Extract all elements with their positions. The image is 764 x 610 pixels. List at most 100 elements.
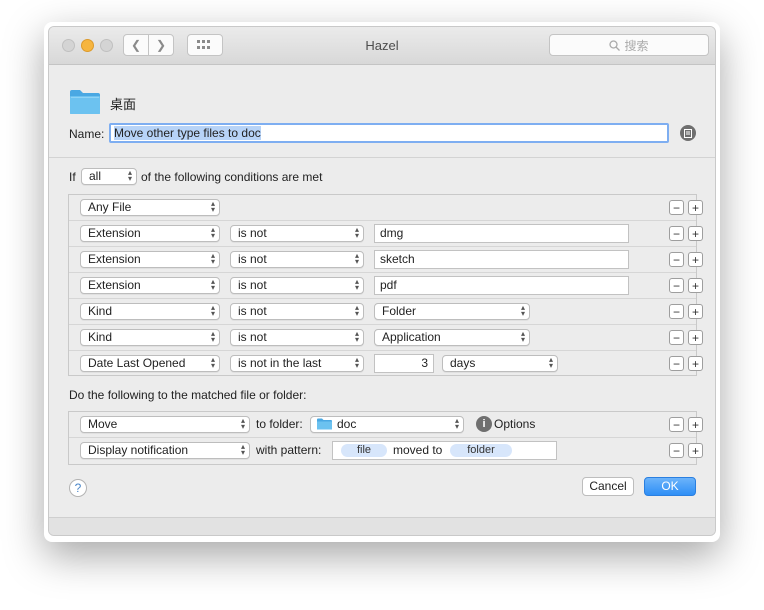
popup-arrows-icon: ▴ ▾ [127, 168, 132, 183]
pattern-field[interactable]: file moved to folder [332, 441, 557, 460]
remove-condition-button[interactable]: − [669, 330, 684, 345]
remove-action-button[interactable]: − [669, 417, 684, 432]
remove-action-button[interactable]: − [669, 443, 684, 458]
condition-row: Extension ▴ ▾ is not ▴ ▾ pdf − + [69, 273, 703, 299]
condition-attribute-value: Kind [88, 304, 113, 318]
popup-arrows-icon: ▴ ▾ [354, 303, 359, 318]
window-footer [49, 517, 715, 535]
conditions-list: Any File ▴ ▾ − + Extension ▴ ▾ is not ▴ ▾ d… [68, 194, 703, 376]
condition-amount-field[interactable]: 3 [374, 354, 434, 373]
condition-row: Kind ▴ ▾ is not ▴ ▾ Application ▴ ▾ − + [69, 325, 703, 351]
add-condition-button[interactable]: + [688, 330, 703, 345]
folder-icon [70, 90, 100, 114]
info-icon[interactable]: i [476, 416, 492, 432]
popup-arrows-icon: ▴ ▾ [354, 355, 359, 370]
condition-operator-popup[interactable]: is not ▴ ▾ [230, 251, 364, 268]
condition-value-popup[interactable]: Folder ▴ ▾ [374, 303, 530, 320]
condition-attribute-popup[interactable]: Any File ▴ ▾ [80, 199, 220, 216]
condition-value-field[interactable]: pdf [374, 276, 629, 295]
pattern-token-folder[interactable]: folder [450, 444, 512, 457]
action-connector: with pattern: [256, 443, 322, 457]
popup-arrows-icon: ▴ ▾ [240, 442, 245, 457]
condition-row: Any File ▴ ▾ − + [69, 195, 703, 221]
add-condition-button[interactable]: + [688, 252, 703, 267]
condition-operator-value: is not [238, 330, 267, 344]
condition-attribute-popup[interactable]: Extension ▴ ▾ [80, 251, 220, 268]
pattern-token-file[interactable]: file [341, 444, 387, 457]
popup-arrows-icon: ▴ ▾ [354, 277, 359, 292]
condition-attribute-popup[interactable]: Kind ▴ ▾ [80, 329, 220, 346]
remove-condition-button[interactable]: − [669, 252, 684, 267]
condition-operator-popup[interactable]: is not ▴ ▾ [230, 329, 364, 346]
match-mode-popup[interactable]: all ▴ ▾ [81, 168, 137, 185]
popup-arrows-icon: ▴ ▾ [210, 303, 215, 318]
ok-button[interactable]: OK [644, 477, 696, 496]
search-field[interactable]: 搜索 [549, 34, 709, 56]
add-condition-button[interactable]: + [688, 278, 703, 293]
add-action-button[interactable]: + [688, 443, 703, 458]
rule-name-value: Move other type files to doc [114, 126, 261, 140]
actions-heading: Do the following to the matched file or … [69, 388, 307, 402]
action-type-popup[interactable]: Display notification ▴ ▾ [80, 442, 250, 459]
popup-arrows-icon: ▴ ▾ [240, 416, 245, 431]
popup-arrows-icon: ▴ ▾ [454, 416, 459, 431]
condition-operator-popup[interactable]: is not ▴ ▾ [230, 225, 364, 242]
condition-operator-value: is not [238, 278, 267, 292]
popup-arrows-icon: ▴ ▾ [520, 329, 525, 344]
divider [49, 157, 715, 158]
search-placeholder: 搜索 [624, 38, 649, 53]
condition-attribute-value: Extension [88, 252, 141, 266]
document-icon [684, 128, 692, 138]
add-action-button[interactable]: + [688, 417, 703, 432]
action-type-popup[interactable]: Move ▴ ▾ [80, 416, 250, 433]
remove-condition-button[interactable]: − [669, 304, 684, 319]
notes-icon[interactable] [680, 125, 696, 141]
condition-attribute-popup[interactable]: Date Last Opened ▴ ▾ [80, 355, 220, 372]
condition-operator-popup[interactable]: is not in the last ▴ ▾ [230, 355, 364, 372]
folder-name: 桌面 [110, 97, 137, 112]
condition-value-popup[interactable]: Application ▴ ▾ [374, 329, 530, 346]
add-condition-button[interactable]: + [688, 226, 703, 241]
condition-attribute-value: Any File [88, 200, 132, 214]
condition-value-field[interactable]: dmg [374, 224, 629, 243]
conditions-suffix: of the following conditions are met [141, 170, 323, 184]
add-condition-button[interactable]: + [688, 356, 703, 371]
condition-attribute-popup[interactable]: Extension ▴ ▾ [80, 277, 220, 294]
condition-value: Folder [382, 304, 417, 318]
popup-arrows-icon: ▴ ▾ [354, 329, 359, 344]
rule-panel: 桌面 Name: Move other type files to doc If… [49, 65, 715, 517]
cancel-button[interactable]: Cancel [582, 477, 634, 496]
help-button[interactable]: ? [69, 479, 87, 497]
condition-attribute-popup[interactable]: Kind ▴ ▾ [80, 303, 220, 320]
condition-operator-popup[interactable]: is not ▴ ▾ [230, 303, 364, 320]
popup-arrows-icon: ▴ ▾ [548, 355, 553, 370]
popup-arrows-icon: ▴ ▾ [210, 277, 215, 292]
remove-condition-button[interactable]: − [669, 200, 684, 215]
condition-attribute-value: Extension [88, 278, 141, 292]
action-row: Display notification ▴ ▾ with pattern: fi… [69, 438, 703, 464]
title-bar[interactable]: ❮ ❯ Hazel 搜索 [49, 27, 715, 65]
condition-attribute-value: Date Last Opened [88, 356, 186, 370]
action-row: Move ▴ ▾ to folder: doc ▴ ▾ i Options − + [69, 412, 703, 438]
condition-unit-popup[interactable]: days ▴ ▾ [442, 355, 558, 372]
condition-attribute-popup[interactable]: Extension ▴ ▾ [80, 225, 220, 242]
remove-condition-button[interactable]: − [669, 278, 684, 293]
remove-condition-button[interactable]: − [669, 356, 684, 371]
search-icon [609, 39, 621, 51]
add-condition-button[interactable]: + [688, 304, 703, 319]
rule-name-input[interactable]: Move other type files to doc [109, 123, 669, 143]
condition-row: Extension ▴ ▾ is not ▴ ▾ dmg − + [69, 221, 703, 247]
popup-arrows-icon: ▴ ▾ [210, 251, 215, 266]
options-link[interactable]: Options [494, 416, 535, 433]
condition-operator-value: is not in the last [238, 356, 322, 370]
conditions-prefix: If [69, 170, 76, 184]
actions-list: Move ▴ ▾ to folder: doc ▴ ▾ i Options − + [68, 411, 703, 465]
rule-name-label: Name: [69, 127, 105, 141]
condition-row: Kind ▴ ▾ is not ▴ ▾ Folder ▴ ▾ − + [69, 299, 703, 325]
remove-condition-button[interactable]: − [669, 226, 684, 241]
target-folder-popup[interactable]: doc ▴ ▾ [310, 416, 464, 433]
condition-attribute-value: Kind [88, 330, 113, 344]
add-condition-button[interactable]: + [688, 200, 703, 215]
condition-operator-popup[interactable]: is not ▴ ▾ [230, 277, 364, 294]
condition-value-field[interactable]: sketch [374, 250, 629, 269]
